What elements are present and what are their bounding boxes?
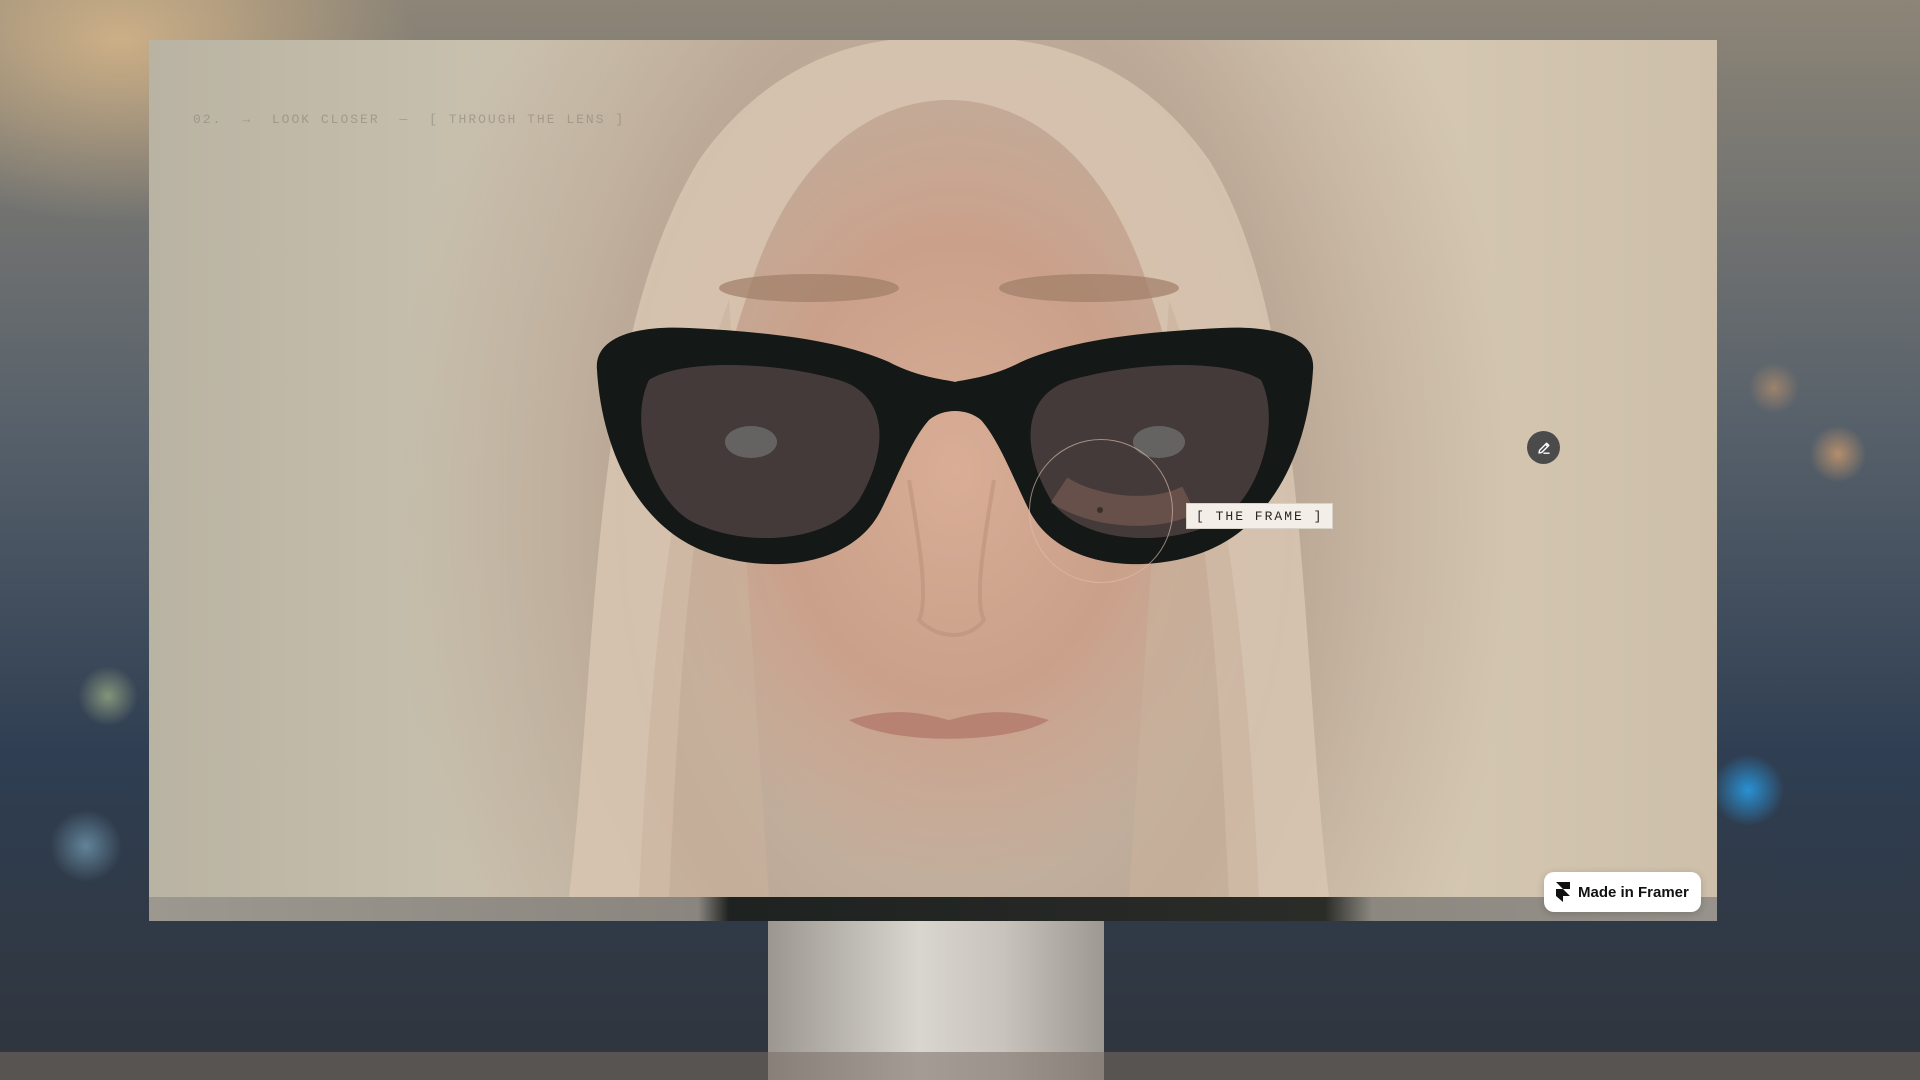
section-index: 02. — [193, 112, 223, 127]
floor-shadow — [0, 1052, 1920, 1080]
edit-button[interactable] — [1527, 431, 1560, 464]
hero-photo — [149, 40, 1717, 920]
arrow-icon: → — [242, 112, 253, 127]
separator: — — [399, 112, 410, 127]
cursor-dot — [1097, 507, 1103, 513]
section-title: LOOK CLOSER — [271, 112, 380, 127]
magnifier-cursor[interactable] — [1029, 439, 1173, 583]
page-background: 02. → LOOK CLOSER — [ THROUGH THE LENS ]… — [0, 0, 1920, 1080]
next-section-peek — [149, 897, 1717, 921]
section-subtitle: [ THROUGH THE LENS ] — [429, 112, 626, 127]
display-screen: 02. → LOOK CLOSER — [ THROUGH THE LENS ]… — [149, 40, 1717, 921]
hotspot-label[interactable]: [ THE FRAME ] — [1186, 503, 1334, 529]
badge-label: Made in Framer — [1578, 883, 1689, 901]
framer-logo-icon — [1556, 882, 1570, 902]
made-in-framer-badge[interactable]: Made in Framer — [1544, 872, 1701, 912]
section-caption: 02. → LOOK CLOSER — [ THROUGH THE LENS ] — [193, 112, 635, 127]
sunglasses-graphic — [596, 327, 1314, 565]
pencil-icon — [1537, 442, 1550, 454]
